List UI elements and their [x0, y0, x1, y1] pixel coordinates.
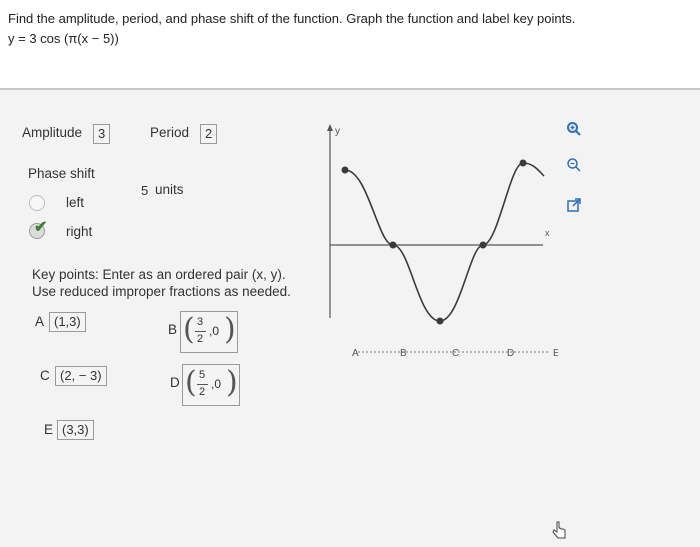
point-b-label: B — [168, 322, 178, 337]
phase-shift-label: Phase shift — [28, 166, 95, 181]
y-axis-label: y — [335, 126, 340, 137]
point-label-a[interactable]: A — [352, 348, 359, 359]
point-d-input[interactable]: ( 5 2 ,0 ) — [182, 364, 240, 406]
point-d-label: D — [170, 375, 180, 390]
fraction-bar — [195, 331, 206, 332]
phase-shift-units: units — [155, 182, 184, 197]
point-d-rest: ,0 — [211, 377, 222, 391]
point-b-denominator: 2 — [197, 333, 204, 345]
paren-right: ) — [224, 312, 236, 347]
cosine-curve — [344, 162, 545, 322]
external-link-icon[interactable] — [565, 196, 583, 214]
point-e-label: E — [44, 422, 54, 437]
paren-left: ( — [183, 312, 195, 347]
radio-left[interactable] — [29, 195, 45, 211]
amplitude-input[interactable]: 3 — [93, 124, 111, 144]
point-d-numerator: 5 — [199, 369, 206, 381]
question-header: Find the amplitude, period, and phase sh… — [0, 0, 700, 88]
graph-point-c[interactable] — [436, 317, 444, 325]
graph-point-e[interactable] — [519, 159, 527, 167]
point-b-numerator: 3 — [197, 316, 204, 328]
mouse-cursor-icon — [552, 521, 566, 539]
point-e-input[interactable]: (3,3) — [57, 420, 94, 440]
zoom-in-icon[interactable] — [565, 120, 583, 138]
point-d-denominator: 2 — [199, 386, 206, 398]
answer-panel: Amplitude 3 Period 2 Phase shift 5 units… — [0, 88, 700, 547]
paren-left: ( — [185, 365, 197, 400]
zoom-out-icon[interactable] — [565, 156, 583, 174]
point-label-d[interactable]: D — [507, 348, 514, 359]
checkmark-icon: ✔ — [34, 219, 48, 236]
period-label: Period — [150, 125, 190, 140]
key-points-instruction-2: Use reduced improper fractions as needed… — [32, 284, 291, 299]
radio-right-label: right — [66, 224, 93, 239]
point-a-input[interactable]: (1,3) — [49, 312, 86, 332]
y-axis-arrow-icon — [327, 124, 333, 131]
point-c-input[interactable]: (2, − 3) — [55, 366, 107, 386]
point-a-label: A — [35, 314, 45, 329]
phase-shift-input[interactable]: 5 — [136, 181, 153, 201]
period-input[interactable]: 2 — [200, 124, 218, 144]
graph[interactable]: y x A B C D E — [318, 118, 558, 368]
point-c-label: C — [40, 368, 50, 383]
point-label-c[interactable]: C — [452, 348, 459, 359]
point-label-b[interactable]: B — [400, 348, 407, 359]
radio-left-label: left — [66, 195, 85, 210]
point-b-input[interactable]: ( 3 2 ,0 ) — [180, 311, 238, 353]
paren-right: ) — [226, 365, 238, 400]
graph-point-a[interactable] — [341, 166, 349, 174]
point-b-rest: ,0 — [209, 324, 220, 338]
x-axis-label: x — [545, 228, 550, 238]
question-function: y = 3 cos (π(x − 5)) — [8, 31, 119, 46]
key-points-instruction-1: Key points: Enter as an ordered pair (x,… — [32, 267, 286, 282]
question-text: Find the amplitude, period, and phase sh… — [8, 11, 576, 26]
amplitude-label: Amplitude — [22, 125, 83, 140]
fraction-bar — [197, 384, 208, 385]
point-label-e[interactable]: E — [553, 348, 558, 359]
graph-point-d[interactable] — [479, 241, 487, 249]
graph-point-b[interactable] — [389, 241, 397, 249]
